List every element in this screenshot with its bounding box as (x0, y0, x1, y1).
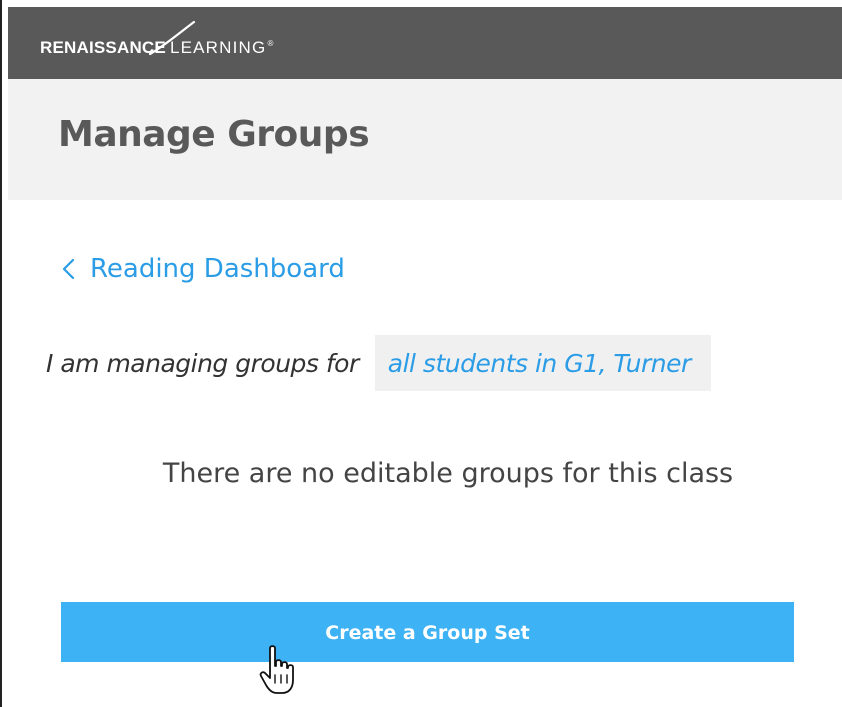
app-frame: RENAISSANCE LEARNING ® Manage Groups Rea… (0, 0, 842, 707)
window-border (0, 0, 2, 707)
chevron-left-icon (62, 258, 75, 280)
create-group-set-button[interactable]: Create a Group Set (61, 602, 794, 662)
back-link-label: Reading Dashboard (90, 254, 345, 284)
page-title: Manage Groups (58, 114, 370, 155)
group-scope-label: I am managing groups for (46, 348, 359, 378)
class-selector-dropdown[interactable]: all students in G1, Turner (374, 335, 711, 391)
class-selector-value: all students in G1, Turner (387, 348, 692, 378)
renaissance-logo[interactable]: RENAISSANCE LEARNING ® (40, 20, 274, 60)
logo-swoosh-icon (148, 20, 196, 56)
hand-pointer-icon (259, 645, 294, 694)
empty-state-message: There are no editable groups for this cl… (162, 458, 734, 489)
logo-registered-mark: ® (267, 38, 274, 48)
back-to-dashboard-link[interactable]: Reading Dashboard (60, 254, 345, 284)
group-scope-row: I am managing groups for all students in… (46, 335, 711, 391)
